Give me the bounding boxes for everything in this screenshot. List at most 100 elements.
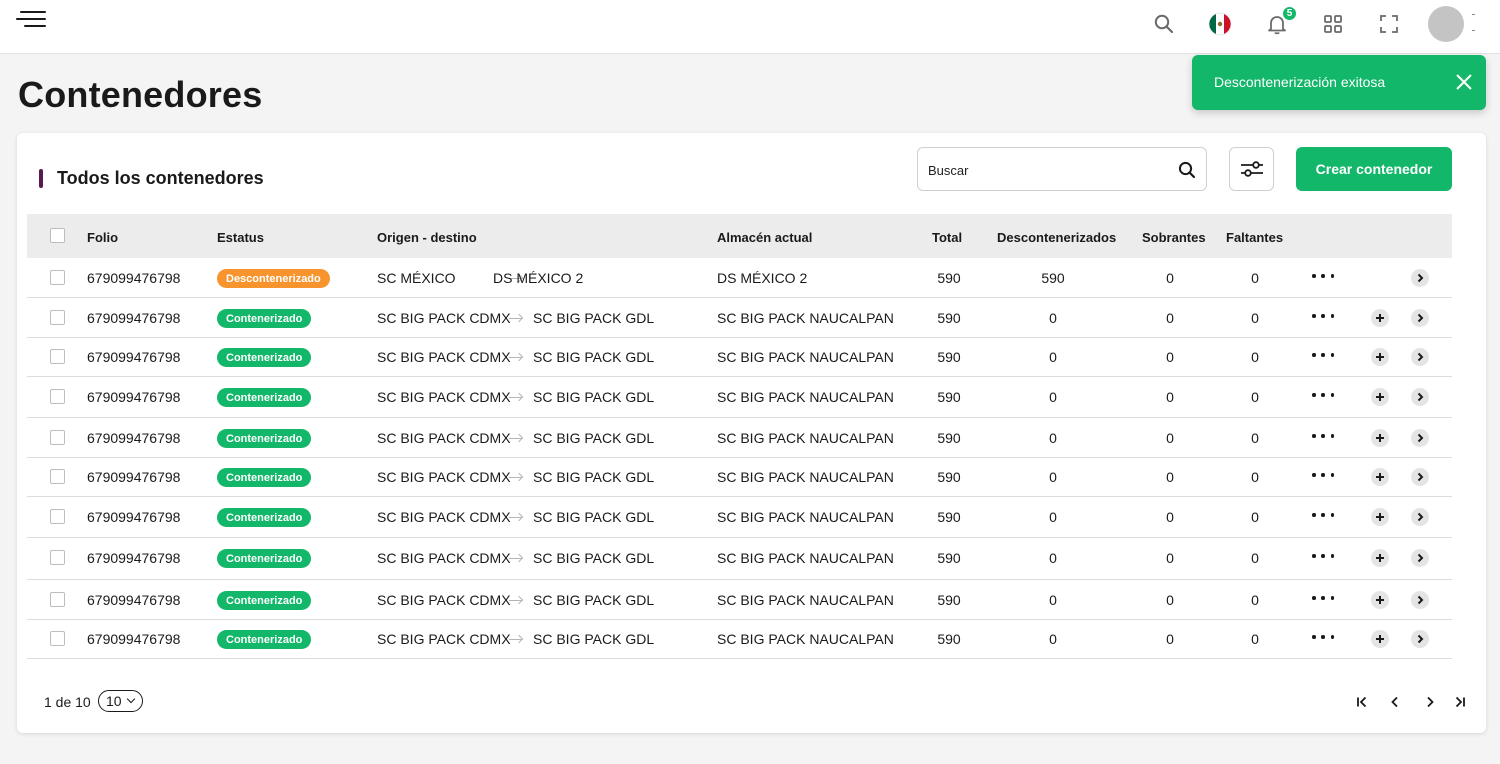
fullscreen-icon[interactable] bbox=[1376, 11, 1402, 37]
add-icon[interactable] bbox=[1371, 309, 1389, 327]
filter-button[interactable] bbox=[1229, 147, 1274, 191]
more-options-icon[interactable] bbox=[1312, 387, 1334, 403]
row-checkbox[interactable] bbox=[50, 430, 65, 445]
add-icon[interactable] bbox=[1371, 591, 1389, 609]
row-descontenerizados: 0 bbox=[1049, 592, 1057, 608]
search-input[interactable] bbox=[928, 160, 1168, 180]
row-checkbox[interactable] bbox=[50, 509, 65, 524]
chevron-right-icon[interactable] bbox=[1411, 309, 1429, 327]
card-title: Todos los contenedores bbox=[57, 168, 264, 188]
more-options-icon[interactable] bbox=[1312, 467, 1334, 483]
status-badge: Contenerizado bbox=[217, 549, 312, 568]
chevron-right-icon[interactable] bbox=[1411, 269, 1429, 287]
add-icon[interactable] bbox=[1371, 630, 1389, 648]
chevron-right-icon[interactable] bbox=[1411, 591, 1429, 609]
row-folio: 679099476798 bbox=[87, 631, 181, 647]
table-row[interactable]: 679099476798 Contenerizado SC BIG PACK CDM… bbox=[27, 619, 1452, 659]
search-icon[interactable] bbox=[1151, 11, 1177, 37]
arrow-right-icon bbox=[509, 600, 522, 601]
chevron-right-icon[interactable] bbox=[1411, 549, 1429, 567]
add-icon[interactable] bbox=[1371, 549, 1389, 567]
chevron-right-icon[interactable] bbox=[1411, 388, 1429, 406]
row-destino: SC BIG PACK GDL bbox=[533, 550, 655, 566]
more-options-icon[interactable] bbox=[1312, 629, 1334, 645]
chevron-right-icon[interactable] bbox=[1411, 508, 1429, 526]
create-container-button[interactable]: Crear contenedor bbox=[1296, 147, 1452, 191]
row-sobrantes: 0 bbox=[1166, 631, 1174, 647]
next-page-icon[interactable] bbox=[1422, 694, 1438, 710]
row-sobrantes: 0 bbox=[1166, 592, 1174, 608]
chevron-right-icon[interactable] bbox=[1411, 468, 1429, 486]
add-icon[interactable] bbox=[1371, 348, 1389, 366]
more-options-icon[interactable] bbox=[1312, 428, 1334, 444]
row-checkbox[interactable] bbox=[50, 469, 65, 484]
more-options-icon[interactable] bbox=[1312, 347, 1334, 363]
add-icon[interactable] bbox=[1371, 468, 1389, 486]
row-checkbox[interactable] bbox=[50, 270, 65, 285]
status-badge: Contenerizado bbox=[217, 508, 312, 527]
row-total: 590 bbox=[937, 270, 961, 286]
row-checkbox[interactable] bbox=[50, 550, 65, 565]
avatar[interactable] bbox=[1428, 6, 1464, 42]
row-descontenerizados: 590 bbox=[1041, 270, 1065, 286]
row-origen: SC BIG PACK CDMX bbox=[377, 509, 511, 525]
row-total: 590 bbox=[937, 469, 961, 485]
bell-icon[interactable]: 5 bbox=[1264, 5, 1298, 37]
user-menu-indicator[interactable] bbox=[1472, 12, 1476, 36]
menu-icon[interactable] bbox=[16, 9, 46, 31]
column-total[interactable]: Total bbox=[932, 230, 962, 245]
table-row[interactable]: 679099476798 Contenerizado SC BIG PACK CDM… bbox=[27, 457, 1452, 497]
row-checkbox[interactable] bbox=[50, 389, 65, 404]
column-descontenerizados[interactable]: Descontenerizados bbox=[997, 230, 1116, 245]
more-options-icon[interactable] bbox=[1312, 308, 1334, 324]
table-row[interactable]: 679099476798 Contenerizado SC BIG PACK CDM… bbox=[27, 497, 1452, 538]
grid-icon[interactable] bbox=[1320, 11, 1346, 37]
row-faltantes: 0 bbox=[1251, 592, 1259, 608]
column-folio[interactable]: Folio bbox=[87, 230, 118, 245]
table-row[interactable]: 679099476798 Descontenerizado SC MÉXICO DS … bbox=[27, 258, 1452, 298]
table-row[interactable]: 679099476798 Contenerizado SC BIG PACK CDM… bbox=[27, 298, 1452, 338]
row-checkbox[interactable] bbox=[50, 349, 65, 364]
column-almacen-actual[interactable]: Almacén actual bbox=[717, 230, 812, 245]
row-faltantes: 0 bbox=[1251, 270, 1259, 286]
row-checkbox[interactable] bbox=[50, 592, 65, 607]
last-page-icon[interactable] bbox=[1452, 694, 1468, 710]
row-destino: SC BIG PACK GDL bbox=[533, 389, 655, 405]
column-estatus[interactable]: Estatus bbox=[217, 230, 264, 245]
previous-page-icon[interactable] bbox=[1387, 694, 1403, 710]
chevron-right-icon[interactable] bbox=[1411, 630, 1429, 648]
row-folio: 679099476798 bbox=[87, 349, 181, 365]
chevron-right-icon[interactable] bbox=[1411, 348, 1429, 366]
close-icon[interactable] bbox=[1454, 72, 1474, 92]
column-origen-destino[interactable]: Origen - destino bbox=[377, 230, 477, 245]
table-row[interactable]: 679099476798 Contenerizado SC BIG PACK CDM… bbox=[27, 337, 1452, 377]
table-row[interactable]: 679099476798 Contenerizado SC BIG PACK CDM… bbox=[27, 418, 1452, 458]
table-row[interactable]: 679099476798 Contenerizado SC BIG PACK CDM… bbox=[27, 538, 1452, 580]
chevron-right-icon[interactable] bbox=[1411, 429, 1429, 447]
row-destino: SC BIG PACK GDL bbox=[533, 631, 655, 647]
add-icon[interactable] bbox=[1371, 508, 1389, 526]
add-icon[interactable] bbox=[1371, 388, 1389, 406]
more-options-icon[interactable] bbox=[1312, 590, 1334, 606]
row-folio: 679099476798 bbox=[87, 310, 181, 326]
page-size-select[interactable]: 10 bbox=[98, 690, 143, 712]
row-folio: 679099476798 bbox=[87, 592, 181, 608]
column-sobrantes[interactable]: Sobrantes bbox=[1142, 230, 1206, 245]
search-icon[interactable] bbox=[1178, 161, 1196, 179]
row-origen: SC BIG PACK CDMX bbox=[377, 550, 511, 566]
table-row[interactable]: 679099476798 Contenerizado SC BIG PACK CDM… bbox=[27, 377, 1452, 418]
more-options-icon[interactable] bbox=[1312, 268, 1334, 284]
first-page-icon[interactable] bbox=[1354, 694, 1370, 710]
row-total: 590 bbox=[937, 550, 961, 566]
more-options-icon[interactable] bbox=[1312, 507, 1334, 523]
row-origen: SC BIG PACK CDMX bbox=[377, 430, 511, 446]
add-icon[interactable] bbox=[1371, 429, 1389, 447]
row-checkbox[interactable] bbox=[50, 631, 65, 646]
more-options-icon[interactable] bbox=[1312, 548, 1334, 564]
mexico-flag-icon[interactable] bbox=[1207, 11, 1233, 37]
table-row[interactable]: 679099476798 Contenerizado SC BIG PACK CDM… bbox=[27, 580, 1452, 620]
row-checkbox[interactable] bbox=[50, 310, 65, 325]
select-all-checkbox[interactable] bbox=[50, 228, 65, 243]
row-origen: SC BIG PACK CDMX bbox=[377, 310, 511, 326]
column-faltantes[interactable]: Faltantes bbox=[1226, 230, 1283, 245]
